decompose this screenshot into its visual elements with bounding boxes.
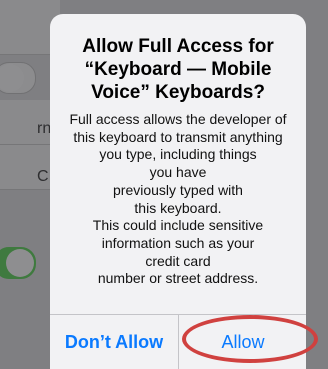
full-access-alert: Allow Full Access for “Keyboard — Mobile… [50,14,306,369]
alert-message-line: number or street address. [97,270,259,287]
alert-message-line: this keyboard. [134,199,222,216]
alert-message-line: Full access allows the developer of [69,111,287,127]
toggle-switch-on [0,247,36,279]
allow-button[interactable]: Allow [179,315,306,369]
alert-message: Full access allows the developer of this… [50,111,306,288]
background-text-fragment: C [37,168,49,185]
alert-message-line: this keyboard to transmit anything [73,128,283,145]
alert-message-line: information such as your [101,234,255,251]
dont-allow-button[interactable]: Don’t Allow [50,315,178,369]
alert-title: Allow Full Access for “Keyboard — Mobile… [50,35,306,104]
toggle-switch-off [0,62,36,94]
alert-message-line: you type, including things [99,146,257,163]
alert-title-line: “Keyboard — Mobile [84,59,272,80]
alert-message-line: This could include sensitive [92,217,264,234]
alert-title-line: Allow Full Access for [82,36,274,57]
alert-message-line: previously typed with [113,181,243,198]
alert-message-line: you have [149,164,207,181]
alert-message-line: credit card [145,252,211,269]
alert-title-line: Voice” Keyboards? [91,82,265,103]
